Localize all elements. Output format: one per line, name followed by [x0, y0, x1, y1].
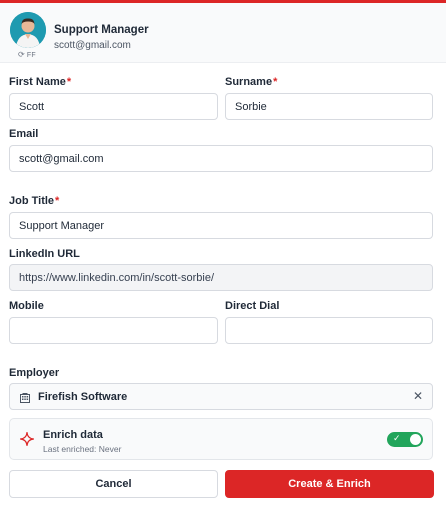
enrich-toggle[interactable]: ✓ [387, 432, 423, 447]
employer-value: Firefish Software [38, 391, 128, 403]
direct-dial-label: Direct Dial [225, 300, 280, 312]
mobile-input[interactable] [9, 317, 218, 344]
create-enrich-button[interactable]: Create & Enrich [225, 470, 434, 498]
required-mark: * [66, 76, 72, 88]
ff-badge-text: FF [26, 51, 36, 59]
linkedin-label: LinkedIn URL [9, 248, 80, 260]
sparkle-icon [19, 431, 35, 451]
surname-label: Surname* [225, 76, 278, 88]
sync-icon: ⟳ [18, 50, 25, 59]
linkedin-input[interactable] [9, 264, 433, 291]
contact-email: scott@gmail.com [54, 40, 131, 51]
first-name-label: First Name* [9, 76, 72, 88]
email-input[interactable] [9, 145, 433, 172]
mobile-label: Mobile [9, 300, 44, 312]
employer-label: Employer [9, 367, 60, 379]
check-icon: ✓ [393, 433, 401, 443]
job-title-input[interactable] [9, 212, 433, 239]
employer-select[interactable]: Firefish Software ✕ [9, 383, 433, 410]
last-enriched-text: Last enriched: Never [43, 444, 122, 454]
required-mark: * [55, 195, 60, 207]
cancel-button[interactable]: Cancel [9, 470, 218, 498]
contact-header: ⟳ FF Support Manager scott@gmail.com [0, 3, 446, 63]
enrich-title: Enrich data [43, 429, 103, 441]
contact-name: Support Manager [54, 24, 149, 36]
job-title-label: Job Title* [9, 195, 60, 207]
ff-sync-badge: ⟳ FF [18, 51, 36, 59]
avatar [10, 12, 46, 48]
toggle-knob [410, 434, 421, 445]
direct-dial-input[interactable] [225, 317, 433, 344]
avatar-image [10, 12, 46, 48]
building-icon [19, 391, 31, 409]
email-label: Email [9, 128, 39, 140]
first-name-input[interactable] [9, 93, 218, 120]
required-mark: * [273, 76, 278, 88]
surname-input[interactable] [225, 93, 433, 120]
enrich-panel: Enrich data Last enriched: Never ✓ [9, 418, 433, 460]
clear-employer-icon[interactable]: ✕ [413, 389, 423, 403]
